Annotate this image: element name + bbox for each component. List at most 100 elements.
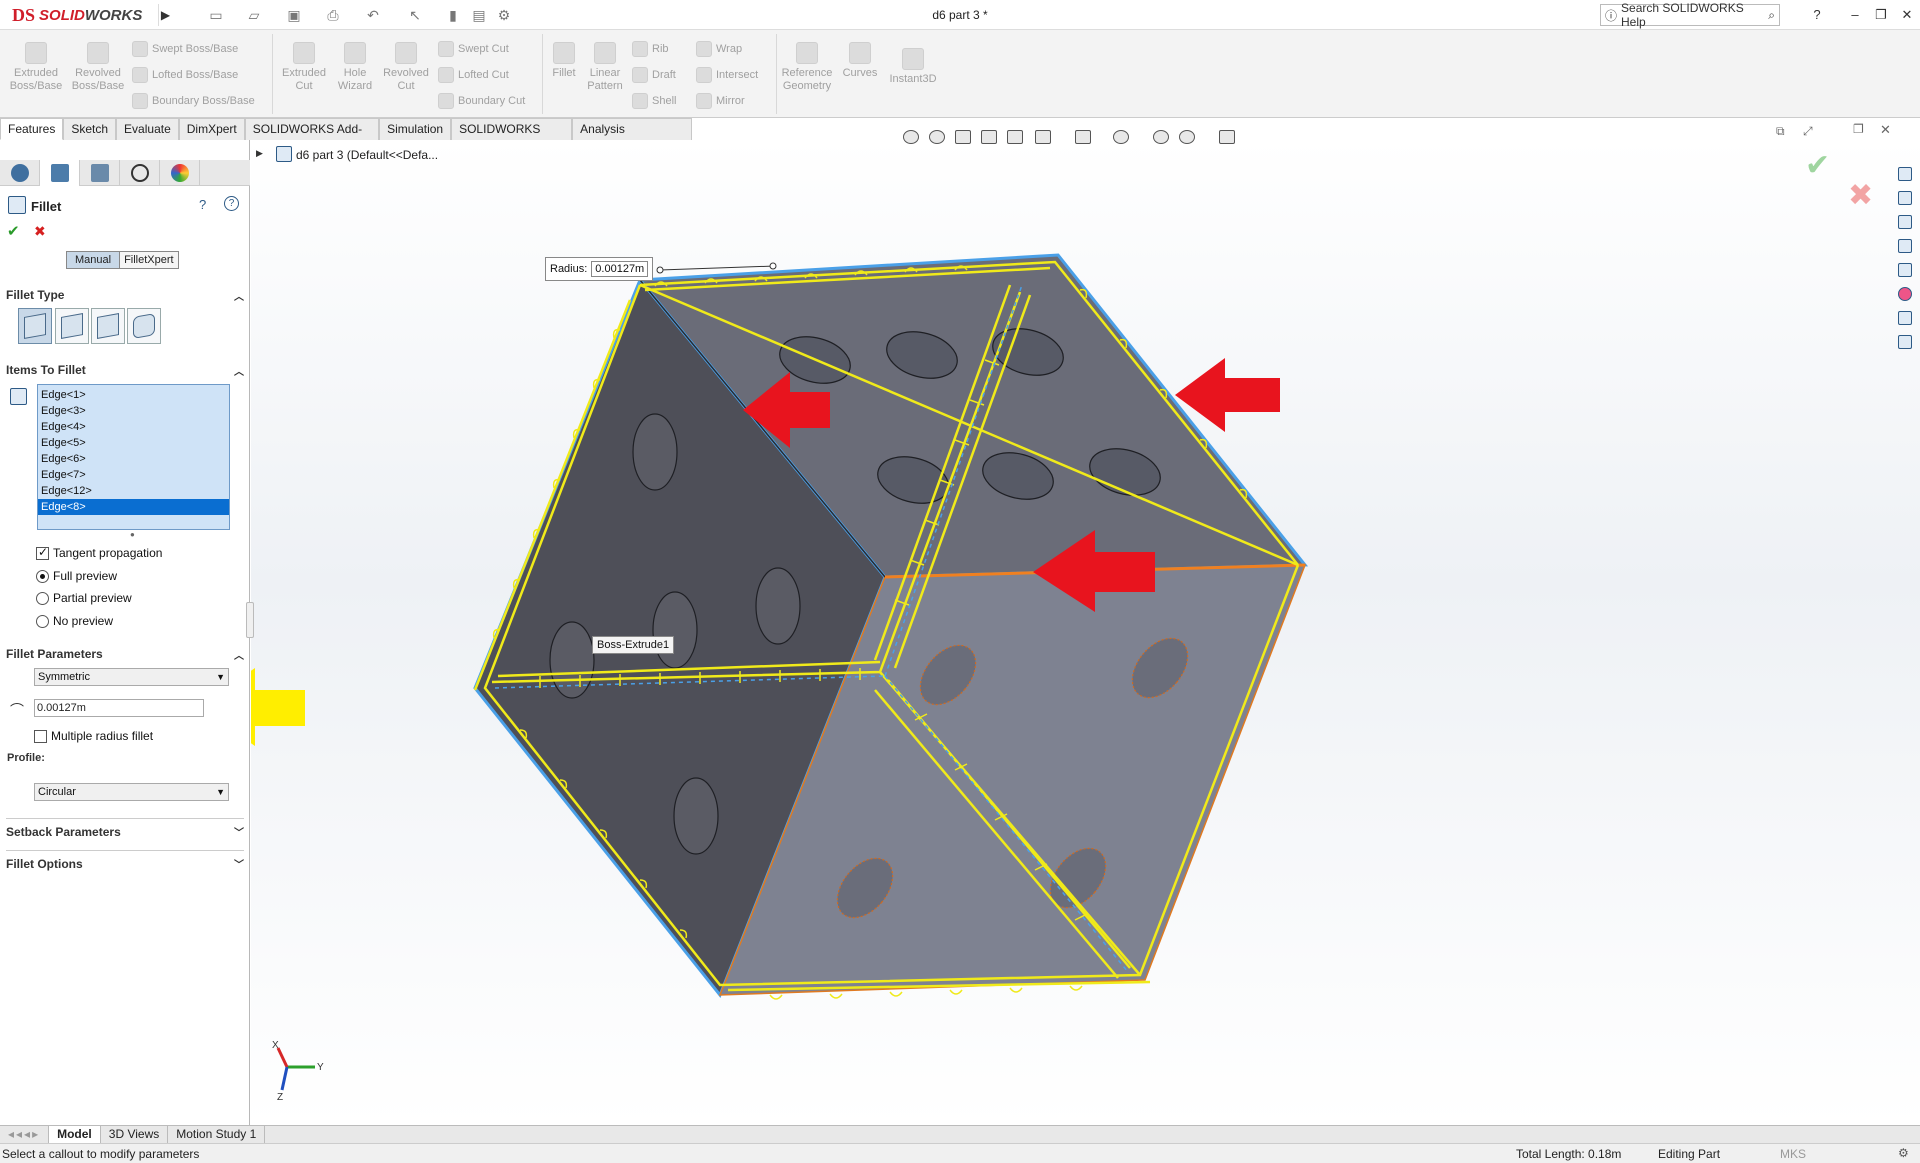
configuration-manager-tab[interactable]	[80, 160, 120, 186]
list-item-edge[interactable]: Edge<6>	[38, 451, 229, 467]
options-gear-icon[interactable]: ⚙	[493, 6, 515, 24]
list-item-edge[interactable]: Edge<3>	[38, 403, 229, 419]
view-orientation-icon[interactable]	[1032, 126, 1054, 148]
custom-properties-icon[interactable]	[1894, 307, 1916, 329]
hide-show-items-icon[interactable]	[1110, 126, 1132, 148]
new-document-icon[interactable]: ▭	[205, 6, 227, 24]
restore-window-button[interactable]: ❐	[1870, 4, 1892, 26]
profile-dropdown[interactable]: Circular ▼	[34, 783, 229, 801]
confirm-cancel-icon[interactable]: ✖	[1848, 178, 1873, 213]
fillet-button[interactable]: Fillet	[548, 42, 580, 80]
tab-evaluate[interactable]: Evaluate	[116, 118, 179, 140]
viewport-expand-icon[interactable]: ⤢	[1803, 124, 1813, 139]
dice-model-view[interactable]: Y X Z	[251, 140, 1920, 1125]
tree-root-label[interactable]: d6 part 3 (Default<<Defa...	[296, 148, 438, 162]
list-item-edge[interactable]: Edge<4>	[38, 419, 229, 435]
cancel-x-icon[interactable]: ✖	[34, 223, 46, 240]
select-cursor-icon[interactable]: ↖	[404, 6, 426, 24]
design-library-icon[interactable]	[1894, 211, 1916, 233]
setback-parameters-section[interactable]: Setback Parameters ﹀	[6, 818, 244, 840]
manual-mode-button[interactable]: Manual	[67, 252, 121, 268]
swept-boss-button[interactable]: Swept Boss/Base	[132, 40, 238, 58]
undo-icon[interactable]: ↶	[362, 6, 384, 24]
full-preview-radio[interactable]	[36, 569, 49, 583]
list-item-edge[interactable]: Edge<1>	[38, 387, 229, 403]
file-properties-icon[interactable]: ▤	[468, 6, 490, 24]
tab-3d-views[interactable]: 3D Views	[101, 1125, 169, 1144]
partial-preview-option[interactable]: Partial preview	[36, 590, 132, 606]
tab-sketch[interactable]: Sketch	[63, 118, 117, 140]
list-item-edge[interactable]: Edge<7>	[38, 467, 229, 483]
help-circle-icon[interactable]: ?	[224, 196, 239, 211]
tangent-propagation-checkbox[interactable]	[36, 545, 49, 560]
wrap-button[interactable]: Wrap	[696, 40, 742, 58]
property-manager-tab[interactable]	[40, 160, 80, 186]
fillet-parameters-section[interactable]: Fillet Parameters ︿	[6, 645, 244, 663]
draft-button[interactable]: Draft	[632, 66, 676, 84]
filletxpert-mode-button[interactable]: FilletXpert	[120, 252, 178, 268]
tab-motion-study[interactable]: Motion Study 1	[168, 1125, 266, 1144]
face-fillet-button[interactable]	[91, 308, 125, 344]
tab-simulation[interactable]: Simulation	[379, 118, 452, 140]
instant3d-button[interactable]: Instant3D	[886, 48, 940, 86]
solidworks-forum-icon[interactable]	[1894, 331, 1916, 353]
apply-scene-icon[interactable]	[1176, 126, 1198, 148]
viewport-close-icon[interactable]: ✕	[1880, 122, 1891, 138]
edges-to-fillet-list[interactable]: Edge<1> Edge<3> Edge<4> Edge<5> Edge<6> …	[37, 384, 230, 530]
display-style-icon[interactable]	[1072, 126, 1094, 148]
radius-callout-value[interactable]: 0.00127m	[591, 261, 649, 277]
shell-button[interactable]: Shell	[632, 92, 676, 110]
appearances-icon[interactable]	[1894, 283, 1916, 305]
section-view-icon[interactable]	[978, 126, 1000, 148]
help-question-icon[interactable]: ?	[1806, 4, 1828, 26]
boundary-boss-button[interactable]: Boundary Boss/Base	[132, 92, 255, 110]
fillet-options-section[interactable]: Fillet Options ﹀	[6, 850, 244, 872]
multiple-radius-option[interactable]: Multiple radius fillet	[34, 728, 153, 744]
list-item-edge[interactable]: Edge<5>	[38, 435, 229, 451]
lofted-boss-button[interactable]: Lofted Boss/Base	[132, 66, 238, 84]
constant-size-fillet-button[interactable]	[18, 308, 52, 344]
no-preview-radio[interactable]	[36, 614, 49, 628]
menu-expand-arrow-icon[interactable]: ▶	[158, 4, 172, 26]
tab-features[interactable]: Features	[0, 118, 64, 140]
ok-check-icon[interactable]: ✔	[7, 222, 20, 240]
list-resize-handle[interactable]: ●	[130, 530, 135, 539]
boundary-cut-button[interactable]: Boundary Cut	[438, 92, 525, 110]
print-icon[interactable]: ⎙	[322, 6, 344, 24]
confirm-ok-icon[interactable]: ✔	[1805, 148, 1830, 183]
unit-system[interactable]: MKS	[1780, 1147, 1806, 1161]
multiple-radius-checkbox[interactable]	[34, 729, 47, 743]
help-search-box[interactable]: ⓘ Search SOLIDWORKS Help ⌕	[1600, 1, 1780, 29]
reference-geometry-button[interactable]: Reference Geometry	[780, 42, 834, 93]
revolved-cut-button[interactable]: Revolved Cut	[380, 42, 432, 93]
items-to-fillet-section[interactable]: Items To Fillet ︿	[6, 361, 244, 379]
fillet-type-section[interactable]: Fillet Type ︿	[6, 286, 244, 304]
viewport-tile-icon[interactable]: ⧉	[1776, 124, 1785, 139]
minimize-window-button[interactable]: –	[1844, 4, 1866, 26]
full-preview-option[interactable]: Full preview	[36, 568, 117, 584]
rebuild-status-icon[interactable]: ⚙	[1898, 1146, 1909, 1160]
viewport-restore-icon[interactable]: ❐	[1853, 122, 1864, 136]
radius-callout[interactable]: Radius: 0.00127m	[545, 257, 654, 281]
view-palette-icon[interactable]	[1894, 259, 1916, 281]
zoom-to-fit-icon[interactable]	[900, 126, 922, 148]
full-round-fillet-button[interactable]	[127, 308, 161, 344]
edit-appearance-icon[interactable]	[1150, 126, 1172, 148]
whats-new-icon[interactable]: ?	[199, 197, 206, 212]
tab-analysis-preparation[interactable]: Analysis Preparation	[572, 118, 692, 156]
file-explorer-icon[interactable]	[1894, 235, 1916, 257]
tab-mbd[interactable]: SOLIDWORKS MBD	[451, 118, 573, 156]
dimxpert-manager-tab[interactable]	[120, 160, 160, 186]
tab-scroll-arrows-icon[interactable]: ◂◂◂▸	[0, 1125, 50, 1144]
rebuild-icon[interactable]: ▮	[442, 6, 464, 24]
extruded-boss-button[interactable]: Extruded Boss/Base	[8, 42, 64, 93]
solidworks-logo[interactable]: DS SOLIDWORKS	[0, 0, 158, 30]
resources-task-icon[interactable]	[1894, 187, 1916, 209]
revolved-boss-button[interactable]: Revolved Boss/Base	[70, 42, 126, 93]
variable-size-fillet-button[interactable]	[55, 308, 89, 344]
tab-model[interactable]: Model	[49, 1125, 101, 1144]
previous-view-icon[interactable]	[952, 126, 974, 148]
tab-dimxpert[interactable]: DimXpert	[178, 118, 245, 140]
lofted-cut-button[interactable]: Lofted Cut	[438, 66, 509, 84]
home-task-icon[interactable]	[1894, 163, 1916, 185]
